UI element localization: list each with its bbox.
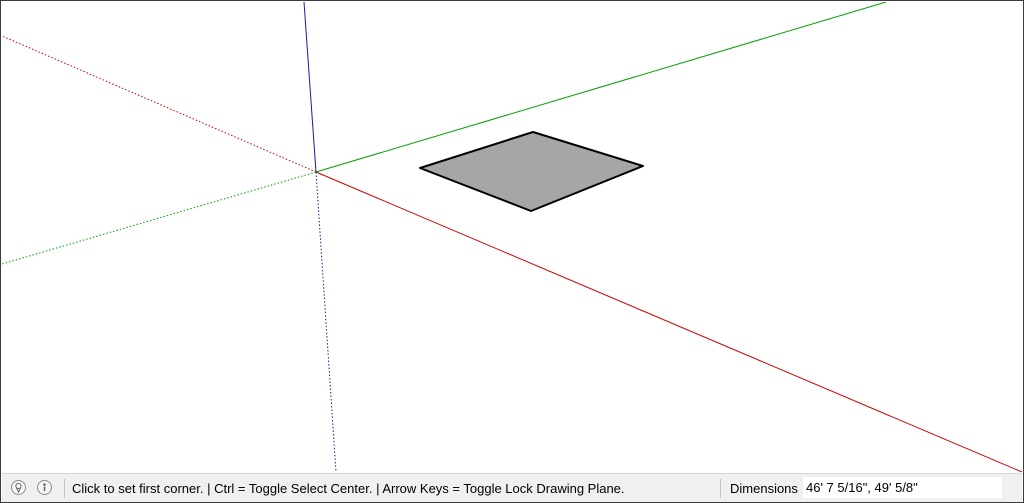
red-axis-negative <box>2 35 317 173</box>
status-separator <box>720 479 721 498</box>
drawing-area[interactable] <box>2 2 1022 472</box>
model-canvas[interactable] <box>2 2 1022 472</box>
credits-icon[interactable] <box>37 480 52 495</box>
blue-axis-positive <box>303 2 317 173</box>
green-axis-positive <box>315 2 887 173</box>
blue-axis-negative <box>315 171 337 472</box>
sketchup-window: Click to set first corner. | Ctrl = Togg… <box>0 0 1024 503</box>
green-axis-negative <box>2 171 317 265</box>
geolocation-icon[interactable] <box>11 480 26 495</box>
rectangle-face[interactable] <box>419 131 644 212</box>
status-bar: Click to set first corner. | Ctrl = Togg… <box>2 473 1022 502</box>
measurements-input[interactable] <box>803 477 1002 498</box>
status-separator <box>64 479 65 498</box>
dimensions-label: Dimensions <box>730 481 798 496</box>
tool-hint-text: Click to set first corner. | Ctrl = Togg… <box>72 481 625 496</box>
red-axis-positive <box>315 171 1022 472</box>
